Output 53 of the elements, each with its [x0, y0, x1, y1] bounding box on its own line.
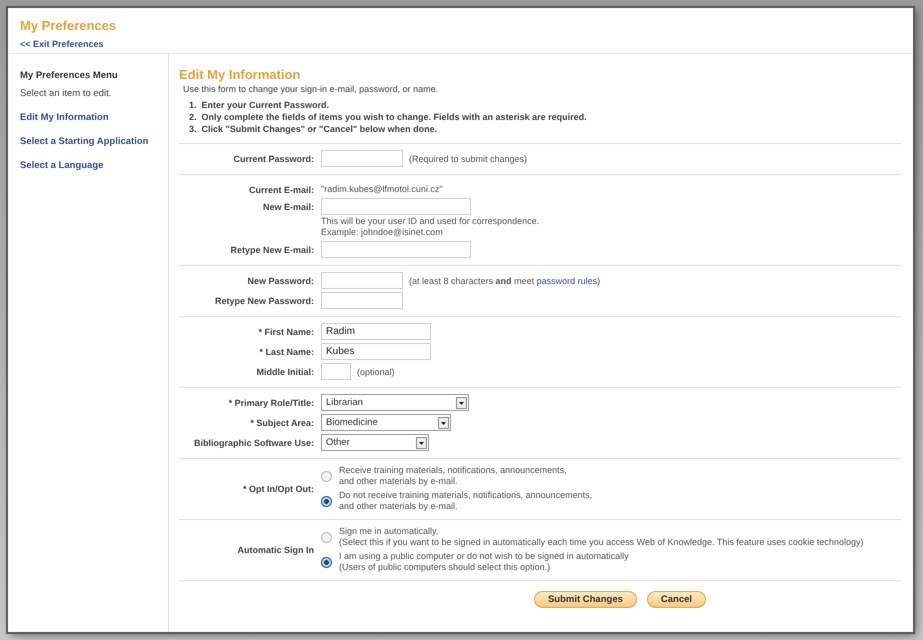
exit-link[interactable]: << Exit Preferences	[20, 39, 901, 49]
radio-button[interactable]	[321, 532, 332, 542]
sidebar-link[interactable]: Select a Starting Application	[20, 136, 168, 147]
option-text: Do not receive training materials, notifications, announcements, and other materials by e-mail.	[339, 490, 592, 512]
instruction-step: 2. Only complete the fields of items you wish to change. Fields with an asterisk are required.	[189, 111, 901, 123]
option-text: Receive training materials, notifications, announcements, and other materials by e-mail.	[339, 465, 567, 487]
dropdown[interactable]: Biomedicine	[321, 414, 451, 431]
field-label: * First Name:	[257, 326, 314, 337]
field-label: * Opt In/Opt Out:	[242, 484, 314, 494]
field-label: Middle Initial:	[256, 366, 314, 377]
input-field[interactable]: Radim	[321, 323, 431, 340]
field-label: Retype New E-mail:	[229, 244, 314, 255]
input-field[interactable]	[321, 198, 471, 215]
field-label: * Last Name:	[258, 346, 314, 357]
field-note: (optional)	[357, 366, 395, 376]
field-label: New Password:	[246, 275, 314, 286]
instruction-step: 1. Enter your Current Password.	[189, 99, 901, 111]
input-field[interactable]	[321, 292, 403, 309]
option-text: Sign me in automatically. (Select this if you want to be signed in automatically each time you access Web of Knowledge. This feature uses cookie technology)	[339, 526, 864, 548]
sidebar-link[interactable]: Edit My Information	[20, 112, 168, 123]
field-label: Retype New Password:	[214, 295, 314, 306]
form-title: Edit My Information	[179, 67, 302, 82]
form-intro: Use this form to change your sign-in e-mail, password, or name.	[183, 84, 440, 94]
field-label: Automatic Sign In	[236, 544, 314, 554]
submit-button[interactable]: Submit Changes	[534, 591, 637, 608]
dropdown[interactable]: Other	[321, 434, 429, 451]
option-text: I am using a public computer or do not wish to be signed in automatically (Users of public computers should select this option.)	[339, 551, 629, 573]
input-field[interactable]: Kubes	[321, 343, 431, 360]
field-label: Current Password:	[232, 153, 314, 164]
radio-button[interactable]	[321, 496, 332, 506]
field-label: * Subject Area:	[249, 418, 314, 428]
password-rules-link[interactable]: password rules	[536, 276, 598, 286]
radio-button[interactable]	[321, 470, 332, 482]
input-field[interactable]	[321, 272, 403, 289]
input-field[interactable]	[321, 241, 471, 258]
sidebar-heading: My Preferences Menu	[20, 70, 119, 81]
instruction-step: 3. Click "Submit Changes" or "Cancel" below when done.	[189, 123, 901, 135]
cancel-button[interactable]: Cancel	[646, 591, 706, 608]
field-note: (at least 8 characters and meet password rules)	[409, 276, 600, 286]
sidebar-link[interactable]: Select a Language	[20, 160, 168, 171]
field-label: * Primary Role/Title:	[228, 398, 314, 408]
sidebar-hint: Select an item to edit.	[20, 88, 112, 99]
input-field[interactable]	[321, 363, 351, 380]
input-field[interactable]	[321, 150, 403, 167]
page-title: My Preferences	[20, 18, 118, 33]
dropdown[interactable]: Librarian	[321, 394, 469, 411]
radio-button[interactable]	[321, 556, 332, 568]
field-label: Current E-mail:	[248, 184, 314, 195]
field-help: This will be your user ID and used for correspondence. Example: johndoe@isinet.com	[321, 216, 540, 238]
field-label: Bibliographic Software Use:	[192, 438, 314, 448]
field-note: (Required to submit changes)	[409, 154, 528, 164]
current-email: "radim.kubes@lfmotol.cuni.cz"	[321, 183, 444, 194]
field-label: New E-mail:	[262, 201, 314, 212]
